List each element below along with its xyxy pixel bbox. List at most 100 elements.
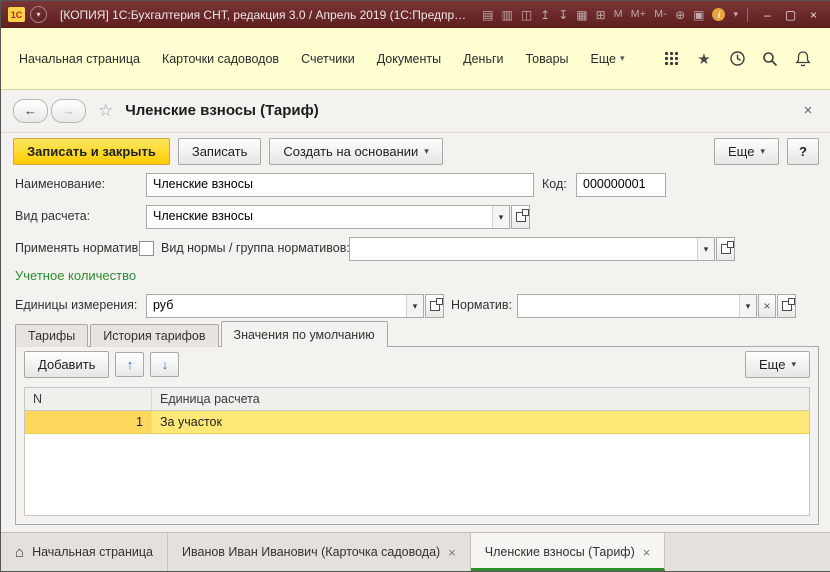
bottom-tab-gardener-card[interactable]: Иванов Иван Иванович (Карточка садовода)… [168, 533, 471, 571]
row-number-cell[interactable]: 1 [25, 411, 152, 433]
history-clock-icon[interactable] [727, 49, 747, 69]
info-icon[interactable]: i [712, 8, 725, 21]
standard-kind-label: Вид нормы / группа нормативов: [161, 237, 350, 259]
move-up-button[interactable]: ↑ [115, 352, 144, 377]
zoom-icon[interactable]: ⊕ [675, 9, 685, 21]
chevron-down-icon: ▾ [424, 146, 429, 157]
column-header-unit[interactable]: Единица расчета [152, 388, 809, 410]
row-unit-cell[interactable]: За участок [152, 411, 809, 433]
section-title: Учетное количество [15, 268, 136, 283]
calendar-icon[interactable]: ⊞ [596, 9, 606, 21]
bottom-tab-tariff[interactable]: Членские взносы (Тариф) × [471, 533, 666, 571]
calc-type-value: Членские взносы [147, 206, 492, 228]
calc-type-select[interactable]: Членские взносы ▾ [146, 205, 510, 229]
search-icon[interactable] [760, 49, 780, 69]
grid-more-button[interactable]: Еще ▾ [745, 351, 810, 378]
window-controls: – ▢ × [757, 5, 824, 24]
titlebar-separator [747, 8, 748, 22]
save-button[interactable]: Записать [178, 138, 262, 165]
menu-item-documents[interactable]: Документы [377, 52, 441, 66]
calc-type-open-button[interactable] [511, 205, 530, 229]
table-header: N Единица расчета [25, 388, 809, 411]
calc-type-label: Вид расчета: [15, 205, 90, 227]
standard-open-button[interactable] [777, 294, 796, 318]
main-menu-button[interactable]: ▾ [30, 6, 47, 23]
chevron-down-icon[interactable]: ▾ [697, 238, 714, 260]
export-icon[interactable]: ↥ [540, 9, 550, 21]
minimize-button[interactable]: – [757, 5, 778, 24]
menu-right-icons: ★ [661, 49, 813, 69]
tab-default-values[interactable]: Значения по умолчанию [221, 321, 388, 347]
favorite-star-icon[interactable]: ☆ [98, 101, 113, 121]
tab-tariffs[interactable]: Тарифы [15, 324, 88, 347]
code-input[interactable]: 000000001 [576, 173, 666, 197]
standard-label: Норматив: [451, 294, 512, 316]
memory-m-minus-button[interactable]: M- [654, 9, 667, 20]
more-button[interactable]: Еще ▾ [714, 138, 779, 165]
standard-kind-select[interactable]: ▾ [349, 237, 715, 261]
help-button[interactable]: ? [787, 138, 819, 165]
close-icon[interactable]: × [448, 545, 456, 560]
menu-item-home-page[interactable]: Начальная страница [19, 52, 140, 66]
bottom-tab-home-label: Начальная страница [32, 545, 153, 559]
units-open-button[interactable] [425, 294, 444, 318]
command-bar: Записать и закрыть Записать Создать на о… [13, 138, 819, 165]
table-icon[interactable]: ▦ [576, 9, 587, 21]
chevron-down-icon[interactable]: ▾ [739, 295, 756, 317]
menu-item-gardener-cards[interactable]: Карточки садоводов [162, 52, 279, 66]
tab-panel: Добавить ↑ ↓ Еще ▾ N Единица расчета 1 З… [15, 346, 819, 525]
tab-tariff-history[interactable]: История тарифов [90, 324, 218, 347]
menu-item-money[interactable]: Деньги [463, 52, 503, 66]
apply-standard-checkbox[interactable] [139, 241, 154, 256]
save-icon[interactable]: ▤ [482, 9, 493, 21]
service-grid-icon[interactable] [661, 49, 681, 69]
favorites-star-icon[interactable]: ★ [694, 49, 714, 69]
close-button[interactable]: × [803, 5, 824, 24]
back-button[interactable]: ← [13, 99, 48, 123]
open-icon [516, 212, 526, 222]
close-icon[interactable]: × [643, 545, 651, 560]
add-row-button[interactable]: Добавить [24, 351, 109, 378]
panels-icon[interactable]: ▣ [693, 9, 704, 21]
menu-item-goods[interactable]: Товары [526, 52, 569, 66]
notifications-bell-icon[interactable] [793, 49, 813, 69]
standard-kind-open-button[interactable] [716, 237, 735, 261]
menu-item-more[interactable]: Еще ▾ [591, 52, 625, 66]
print-preview-icon[interactable]: ◫ [521, 9, 532, 21]
memory-m-plus-button[interactable]: M+ [631, 9, 646, 20]
standard-clear-button[interactable]: × [758, 294, 776, 318]
create-based-on-button[interactable]: Создать на основании ▾ [269, 138, 442, 165]
grid-more-label: Еще [759, 357, 785, 372]
chevron-down-icon[interactable]: ▾ [733, 10, 738, 19]
form-close-icon[interactable]: × [797, 102, 819, 119]
column-header-n[interactable]: N [25, 388, 152, 410]
name-value: Членские взносы [147, 174, 533, 196]
name-label: Наименование: [15, 173, 105, 195]
memory-m-button[interactable]: M [614, 9, 623, 20]
chevron-down-icon: ▾ [36, 11, 40, 19]
maximize-button[interactable]: ▢ [780, 5, 801, 24]
open-icon [430, 301, 440, 311]
table-row[interactable]: 1 За участок [25, 411, 809, 434]
bottom-tab-home[interactable]: ⌂ Начальная страница [1, 533, 168, 571]
menu-item-meters[interactable]: Счетчики [301, 52, 355, 66]
import-icon[interactable]: ↧ [558, 9, 568, 21]
save-and-close-button[interactable]: Записать и закрыть [13, 138, 170, 165]
tariff-grid: N Единица расчета 1 За участок [24, 387, 810, 516]
chevron-down-icon[interactable]: ▾ [406, 295, 423, 317]
titlebar-toolbar: ▤ ▥ ◫ ↥ ↧ ▦ ⊞ M M+ M- ⊕ ▣ i ▾ [482, 8, 738, 21]
forward-button[interactable]: → [51, 99, 86, 123]
move-down-button[interactable]: ↓ [150, 352, 179, 377]
bottom-tab-card-label: Иванов Иван Иванович (Карточка садовода) [182, 545, 440, 559]
units-select[interactable]: руб ▾ [146, 294, 424, 318]
standard-kind-value [350, 238, 697, 260]
name-input[interactable]: Членские взносы [146, 173, 534, 197]
navigation-buttons: ← → [13, 99, 86, 123]
clear-icon: × [763, 300, 770, 312]
print-icon[interactable]: ▥ [501, 9, 512, 21]
standard-select[interactable]: ▾ [517, 294, 757, 318]
chevron-down-icon: ▾ [760, 146, 765, 157]
code-label: Код: [542, 173, 567, 195]
chevron-down-icon[interactable]: ▾ [492, 206, 509, 228]
chevron-down-icon: ▾ [791, 359, 796, 370]
